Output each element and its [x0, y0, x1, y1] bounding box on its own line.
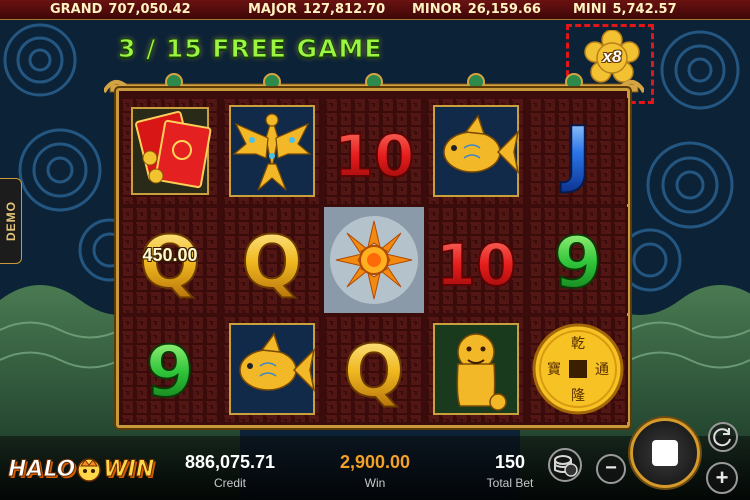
q-gold-icon: Q: [222, 207, 322, 313]
reel-5-row-2: 9: [528, 207, 628, 313]
red-envelope-icon: [120, 98, 220, 204]
reel-2-row-1: [222, 98, 322, 204]
demo-tab-label: DEMO: [4, 201, 18, 241]
jackpot-major: MAJOR 127,812.70: [248, 0, 385, 20]
reel-2-row-3: [222, 316, 322, 422]
crown-icon: [77, 458, 102, 482]
credit-value: 886,075.71: [184, 452, 276, 472]
jackpot-minor-value: 26,159.66: [467, 2, 541, 17]
total-bet-label: Total Bet: [486, 476, 534, 490]
jackpot-minor-label: MINOR: [412, 2, 462, 17]
svg-text:J: J: [560, 111, 592, 195]
golden-fish-icon: [426, 98, 526, 204]
spin-stop-button[interactable]: [630, 418, 700, 488]
jackpot-mini-label: MINI: [573, 2, 607, 17]
reel-1-row-1: [120, 98, 220, 204]
ten-red-icon: 10: [324, 98, 424, 204]
svg-text:10: 10: [334, 122, 415, 190]
refresh-icon: [713, 428, 731, 447]
coin-char-left: 寶: [547, 362, 561, 378]
coins-stack-icon: [554, 455, 578, 477]
svg-text:9: 9: [146, 331, 195, 413]
win-label: Win: [364, 476, 386, 490]
svg-text:Q: Q: [343, 329, 404, 413]
reel-2-row-2: Q: [222, 207, 322, 313]
sun-flower-icon: [324, 207, 424, 313]
bet-decrease-button[interactable]: −: [596, 454, 626, 484]
win-amount-label: 450.00: [142, 245, 198, 265]
reel-3-row-1: 10: [324, 98, 424, 204]
free-game-counter: 3 / 15 FREE GAME: [117, 34, 383, 64]
q-gold-icon: Q: [324, 316, 424, 422]
jackpot-mini-value: 5,742.57: [612, 2, 677, 17]
autoplay-button[interactable]: [708, 422, 738, 452]
reel-1-row-3: 9: [120, 316, 220, 422]
total-bet-value: 150: [494, 452, 526, 472]
coins-button[interactable]: [548, 448, 582, 482]
reel-4-row-2: 10: [426, 207, 526, 313]
svg-text:10: 10: [436, 231, 517, 299]
reel-5-row-1: J: [528, 98, 628, 204]
foo-dog-icon: [426, 316, 526, 422]
svg-text:Q: Q: [241, 220, 302, 304]
nine-green-icon: 9: [120, 316, 220, 422]
demo-tab[interactable]: DEMO: [0, 178, 22, 264]
stop-icon: [652, 440, 678, 466]
jackpot-bar: GRAND 707,050.42 MAJOR 127,812.70 MINOR 26,…: [0, 0, 750, 20]
bet-increase-button[interactable]: +: [706, 462, 738, 494]
gold-coin-icon: 乾 通 隆 寶: [528, 316, 628, 422]
logo-text-right: WIN: [103, 456, 155, 482]
jackpot-grand-label: GRAND: [50, 2, 103, 17]
jackpot-grand-value: 707,050.42: [108, 2, 191, 17]
jackpot-grand: GRAND 707,050.42: [50, 0, 191, 20]
ten-red-icon: 10: [426, 207, 526, 313]
jackpot-mini: MINI 5,742.57: [573, 0, 677, 20]
golden-fish-icon: [222, 316, 322, 422]
reel-5-row-3: 乾 通 隆 寶: [528, 316, 628, 422]
nine-green-icon: 9: [528, 207, 628, 313]
coin-char-top: 乾: [571, 336, 585, 352]
j-blue-icon: J: [528, 98, 628, 204]
multiplier-value: x8: [602, 47, 622, 66]
phoenix-icon: [222, 98, 322, 204]
jackpot-major-label: MAJOR: [248, 2, 297, 17]
coin-char-right: 通: [595, 362, 609, 378]
jackpot-minor: MINOR 26,159.66: [412, 0, 541, 20]
jackpot-major-value: 127,812.70: [302, 2, 386, 17]
reel-4-row-3: [426, 316, 526, 422]
coin-char-bottom: 隆: [571, 388, 585, 404]
credit-label: Credit: [213, 476, 246, 490]
reel-1-row-2: Q 450.00: [120, 207, 220, 313]
reel-3-row-3: Q: [324, 316, 424, 422]
reel-4-row-1: [426, 98, 526, 204]
logo-text-left: HALO: [7, 456, 76, 482]
svg-text:9: 9: [554, 222, 603, 304]
reel-3-row-2: [324, 207, 424, 313]
win-value: 2,900.00: [339, 452, 411, 472]
halowin-logo: HALO WIN: [7, 452, 155, 486]
